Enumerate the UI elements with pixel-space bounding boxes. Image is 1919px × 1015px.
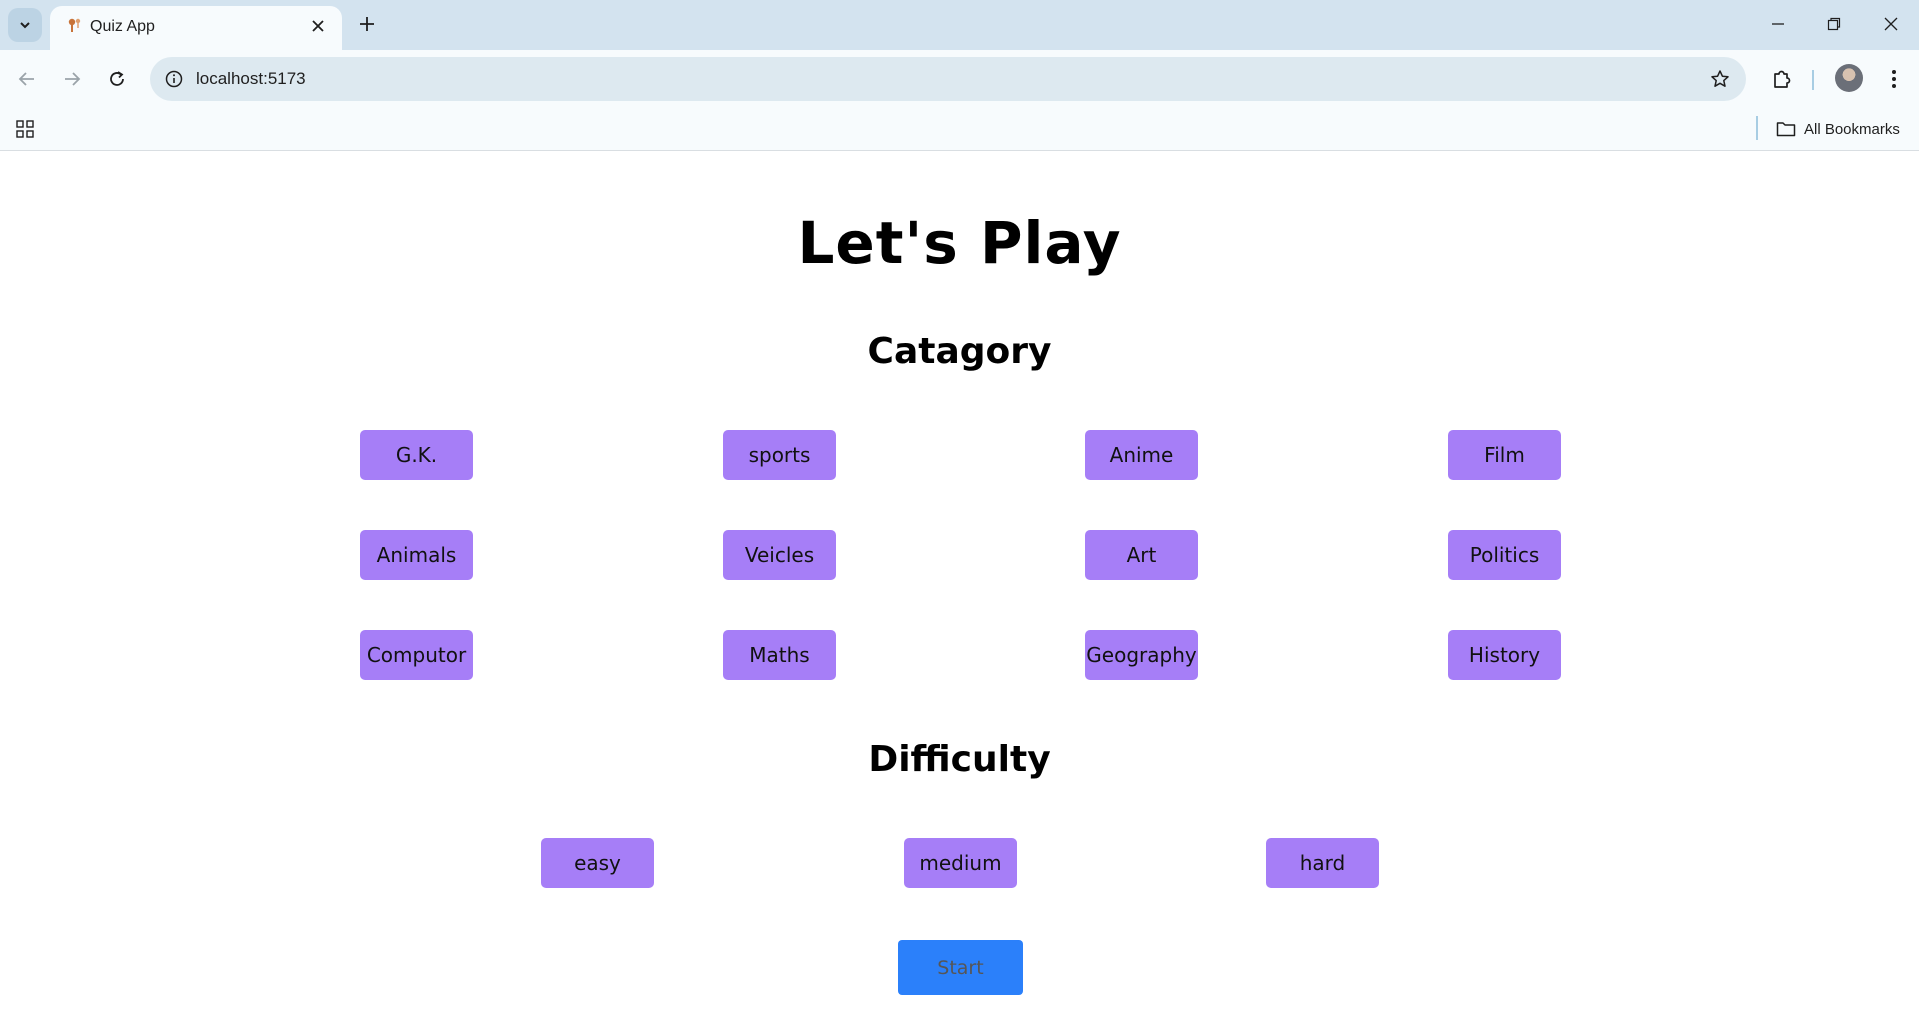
new-tab-button[interactable] [353,10,381,38]
reload-button[interactable] [100,62,134,96]
bookmarks-bar: All Bookmarks [0,108,1919,151]
category-button-computor[interactable]: Computor [360,630,473,680]
extensions-button[interactable] [1765,62,1799,96]
reload-icon [110,71,124,86]
minimize-icon [1772,23,1784,25]
site-info-button[interactable] [162,67,186,91]
start-button[interactable]: Start [898,940,1023,995]
close-window-button[interactable] [1871,6,1911,42]
category-button-gk[interactable]: G.K. [360,430,473,480]
forward-button[interactable] [55,62,89,96]
all-bookmarks-button[interactable]: All Bookmarks [1776,116,1900,142]
difficulty-button-easy[interactable]: easy [541,838,654,888]
category-button-geography[interactable]: Geography [1085,630,1198,680]
profile-avatar[interactable] [1835,64,1863,92]
category-button-sports[interactable]: sports [723,430,836,480]
tab-close-button[interactable] [306,14,330,38]
page-title: Let's Play [797,209,1122,277]
browser-menu-button[interactable] [1877,62,1911,96]
category-button-politics[interactable]: Politics [1448,530,1561,580]
apps-grid-icon [16,120,34,138]
close-icon [312,20,324,32]
browser-tab-active[interactable]: Quiz App [50,6,342,50]
chevron-down-icon [20,22,30,29]
difficulty-button-hard[interactable]: hard [1266,838,1379,888]
category-button-history[interactable]: History [1448,630,1561,680]
category-button-anime[interactable]: Anime [1085,430,1198,480]
address-bar[interactable]: localhost:5173 [150,57,1746,101]
tab-title: Quiz App [90,18,155,35]
browser-tabstrip: Quiz App [0,0,1919,50]
restore-button[interactable] [1814,6,1854,42]
category-button-film[interactable]: Film [1448,430,1561,480]
arrow-left-icon [18,72,34,86]
arrow-right-icon [65,72,81,86]
category-button-veicles[interactable]: Veicles [723,530,836,580]
restore-icon [1827,17,1841,31]
puzzle-icon [1774,70,1791,88]
star-icon [1711,70,1729,87]
close-icon [1884,17,1898,31]
quiz-favicon-icon [68,18,81,32]
category-button-animals[interactable]: Animals [360,530,473,580]
quiz-page: Let's Play Catagory G.K. sports Anime Fi… [0,151,1919,1015]
bookmark-star-button[interactable] [1708,67,1732,91]
browser-toolbar: localhost:5173 [0,50,1919,108]
back-button[interactable] [10,62,44,96]
toolbar-divider [1812,70,1814,90]
folder-icon [1776,122,1796,137]
plus-icon [360,17,374,31]
difficulty-button-medium[interactable]: medium [904,838,1017,888]
info-icon [165,70,183,88]
minimize-button[interactable] [1758,6,1798,42]
url-text[interactable]: localhost:5173 [196,69,306,89]
tab-search-button[interactable] [8,8,42,42]
apps-button[interactable] [12,116,38,142]
bookmarks-divider [1756,116,1758,140]
all-bookmarks-label: All Bookmarks [1804,120,1900,138]
difficulty-heading: Difficulty [868,739,1051,780]
more-vertical-icon [1892,70,1896,88]
category-heading: Catagory [867,331,1052,372]
category-button-maths[interactable]: Maths [723,630,836,680]
category-button-art[interactable]: Art [1085,530,1198,580]
